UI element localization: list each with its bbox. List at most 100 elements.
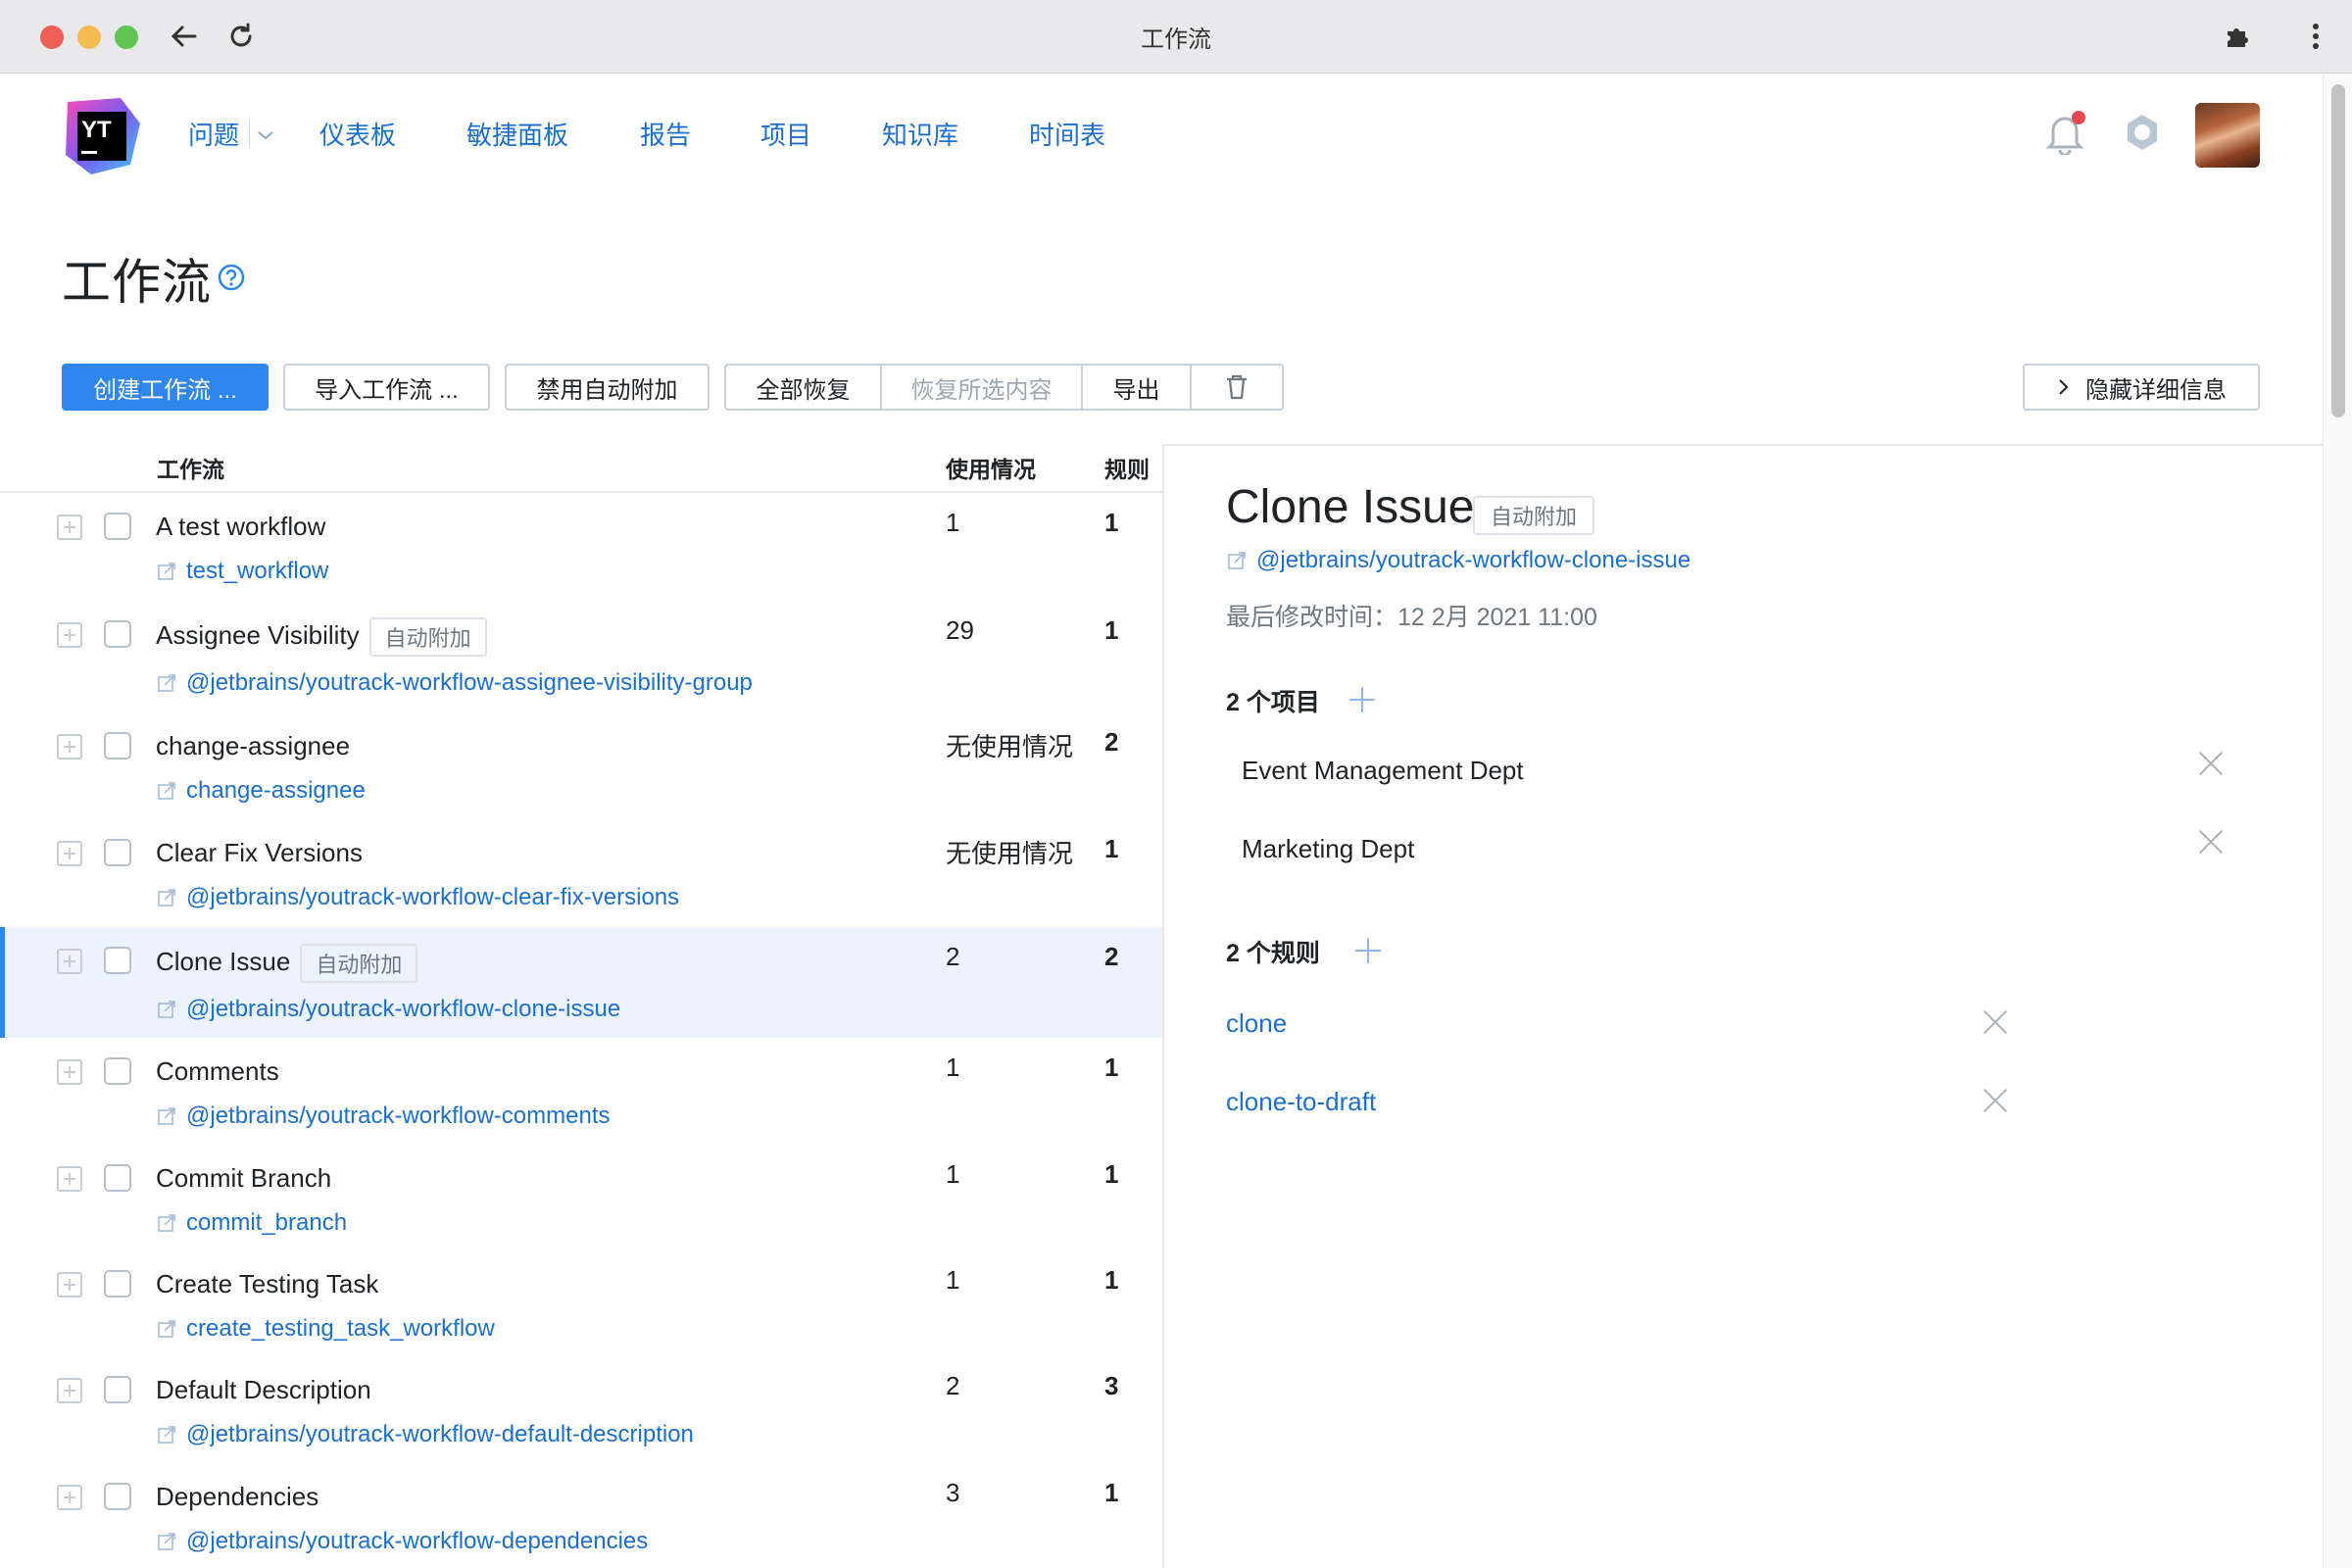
row-checkbox[interactable]: [104, 947, 131, 974]
workflow-name[interactable]: Assignee Visibility 自动附加: [156, 617, 487, 657]
import-workflow-button[interactable]: 导入工作流 ...: [283, 364, 490, 411]
hide-details-button[interactable]: 隐藏详细信息: [2023, 364, 2260, 411]
details-package-label: @jetbrains/youtrack-workflow-clone-issue: [1256, 547, 1691, 573]
rule-link[interactable]: clone-to-draft: [1226, 1087, 1376, 1117]
settings-gear-icon[interactable]: [2118, 108, 2167, 157]
expand-plus-icon[interactable]: [57, 622, 82, 648]
nav-agile-boards[interactable]: 敏捷面板: [466, 116, 568, 152]
bell-icon[interactable]: [2040, 108, 2089, 157]
column-header-workflow[interactable]: 工作流: [157, 451, 224, 484]
workflow-package-link[interactable]: commit_branch: [157, 1209, 347, 1237]
expand-plus-icon[interactable]: [57, 1485, 82, 1510]
expand-plus-icon[interactable]: [57, 1378, 82, 1403]
expand-plus-icon[interactable]: [57, 949, 82, 974]
workflow-row[interactable]: Create Testing Task create_testing_task_w…: [0, 1250, 1162, 1356]
column-header-rules[interactable]: 规则: [1104, 451, 1150, 484]
row-checkbox[interactable]: [104, 1164, 131, 1192]
workflow-package-link[interactable]: @jetbrains/youtrack-workflow-dependencie…: [157, 1528, 648, 1555]
workflow-name[interactable]: Default Description: [156, 1375, 371, 1405]
row-checkbox[interactable]: [104, 1483, 131, 1510]
row-checkbox[interactable]: [104, 1376, 131, 1403]
delete-button[interactable]: [1191, 364, 1284, 411]
workflow-package-link[interactable]: create_testing_task_workflow: [157, 1315, 495, 1343]
row-checkbox[interactable]: [104, 1057, 131, 1085]
workflow-name[interactable]: Clone Issue 自动附加: [156, 944, 418, 983]
details-package-link[interactable]: @jetbrains/youtrack-workflow-clone-issue: [1227, 547, 1690, 574]
workflow-name[interactable]: Clear Fix Versions: [156, 838, 363, 868]
workflow-name[interactable]: Create Testing Task: [156, 1269, 378, 1299]
row-checkbox[interactable]: [104, 839, 131, 866]
project-item[interactable]: Marketing Dept: [1242, 834, 1414, 864]
workflow-package-label: change-assignee: [186, 777, 366, 804]
workflow-rules-count: 1: [1104, 1159, 1119, 1189]
workflow-row[interactable]: Commit Branch commit_branch 1 1: [0, 1145, 1162, 1250]
workflow-name-label: Clone Issue: [156, 946, 291, 976]
row-checkbox[interactable]: [104, 620, 131, 648]
remove-project-close-icon[interactable]: [2198, 751, 2224, 776]
expand-plus-icon[interactable]: [57, 1272, 82, 1298]
workflow-rules-count: 1: [1104, 1478, 1119, 1507]
workflow-row[interactable]: Default Description @jetbrains/youtrack-w…: [0, 1356, 1162, 1463]
workflow-row[interactable]: Dependencies @jetbrains/youtrack-workflow…: [0, 1463, 1162, 1568]
column-header-usage[interactable]: 使用情况: [946, 451, 1036, 484]
nav-reports[interactable]: 报告: [640, 116, 691, 152]
trash-icon: [1227, 374, 1247, 400]
browser-menu-icon[interactable]: [2293, 14, 2338, 59]
nav-issues[interactable]: 问题: [188, 116, 239, 152]
page-scrollbar[interactable]: [2323, 74, 2352, 1568]
nav-timesheets[interactable]: 时间表: [1029, 116, 1105, 152]
workflow-package-link[interactable]: @jetbrains/youtrack-workflow-clear-fix-v…: [157, 884, 679, 911]
nav-dashboards[interactable]: 仪表板: [319, 116, 396, 152]
extensions-puzzle-icon[interactable]: [2215, 14, 2260, 59]
youtrack-logo[interactable]: YT: [62, 96, 142, 176]
create-workflow-button[interactable]: 创建工作流 ...: [62, 364, 269, 411]
help-icon[interactable]: [217, 263, 246, 292]
workflow-row[interactable]: change-assignee change-assignee 无使用情况 2: [0, 712, 1162, 819]
restore-selected-button[interactable]: 恢复所选内容: [881, 364, 1083, 411]
expand-plus-icon[interactable]: [57, 734, 82, 760]
row-checkbox[interactable]: [104, 1270, 131, 1298]
rule-link[interactable]: clone: [1226, 1008, 1287, 1039]
workflow-name[interactable]: change-assignee: [156, 731, 350, 761]
nav-projects[interactable]: 项目: [760, 116, 811, 152]
remove-rule-close-icon[interactable]: [1983, 1009, 2008, 1035]
workflow-row[interactable]: Comments @jetbrains/youtrack-workflow-com…: [0, 1038, 1162, 1145]
remove-rule-close-icon[interactable]: [1983, 1088, 2008, 1113]
workflow-package-label: @jetbrains/youtrack-workflow-comments: [186, 1102, 611, 1129]
nav-knowledge-base[interactable]: 知识库: [882, 116, 958, 152]
workflow-package-link[interactable]: @jetbrains/youtrack-workflow-default-des…: [157, 1421, 694, 1448]
expand-plus-icon[interactable]: [57, 841, 82, 866]
remove-project-close-icon[interactable]: [2198, 829, 2224, 855]
workflow-package-link[interactable]: @jetbrains/youtrack-workflow-clone-issue: [157, 996, 620, 1023]
user-avatar[interactable]: [2195, 103, 2260, 168]
workflow-row[interactable]: Assignee Visibility 自动附加 @jetbrains/youtra…: [0, 601, 1162, 712]
workflow-package-link[interactable]: change-assignee: [157, 777, 366, 805]
workflow-name[interactable]: A test workflow: [156, 512, 325, 542]
autoattach-tag: 自动附加: [300, 944, 418, 983]
workflow-name[interactable]: Dependencies: [156, 1482, 318, 1512]
workflow-usage: 2: [946, 1371, 960, 1400]
row-checkbox[interactable]: [104, 732, 131, 760]
expand-plus-icon[interactable]: [57, 1166, 82, 1192]
workflow-row[interactable]: A test workflow test_workflow 1 1: [0, 493, 1162, 601]
workflow-name[interactable]: Commit Branch: [156, 1163, 331, 1194]
workflow-row[interactable]: Clear Fix Versions @jetbrains/youtrack-wo…: [0, 819, 1162, 927]
workflow-rules-count: 1: [1104, 508, 1119, 537]
chevron-down-icon[interactable]: [257, 122, 276, 149]
expand-plus-icon[interactable]: [57, 1059, 82, 1085]
add-project-plus-icon[interactable]: [1349, 687, 1375, 712]
row-checkbox[interactable]: [104, 513, 131, 540]
workflow-package-link[interactable]: @jetbrains/youtrack-workflow-comments: [157, 1102, 610, 1130]
workflow-row[interactable]: Clone Issue 自动附加 @jetbrains/youtrack-workf…: [0, 927, 1162, 1038]
expand-plus-icon[interactable]: [57, 514, 82, 540]
workflow-package-label: test_workflow: [186, 558, 329, 584]
add-rule-plus-icon[interactable]: [1355, 938, 1381, 963]
project-item[interactable]: Event Management Dept: [1242, 756, 1524, 786]
disable-autoattach-button[interactable]: 禁用自动附加: [505, 364, 710, 411]
workflow-package-link[interactable]: @jetbrains/youtrack-workflow-assignee-vi…: [157, 669, 753, 697]
restore-all-button[interactable]: 全部恢复: [724, 364, 882, 411]
export-button[interactable]: 导出: [1082, 364, 1192, 411]
scrollbar-thumb[interactable]: [2331, 84, 2345, 417]
workflow-package-link[interactable]: test_workflow: [157, 558, 328, 585]
workflow-name[interactable]: Comments: [156, 1056, 279, 1087]
